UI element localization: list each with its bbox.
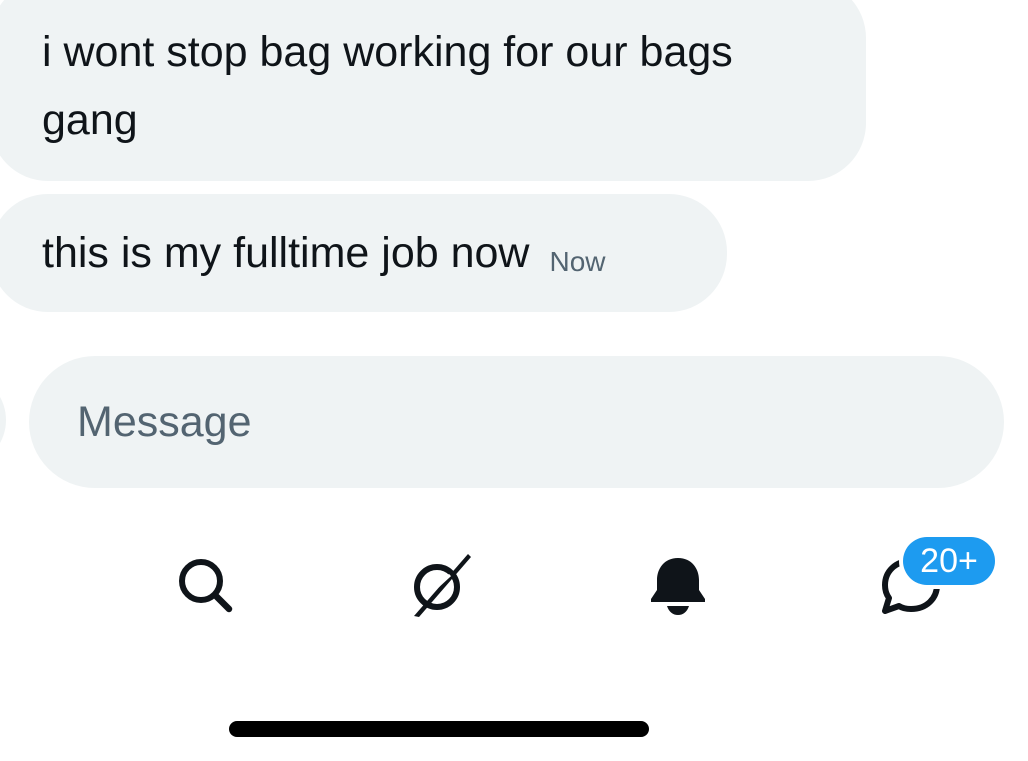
dm-conversation-screen: i wont stop bag working for our bags gan… (0, 0, 1028, 761)
tab-notifications[interactable] (623, 530, 733, 640)
message-text: this is my fulltime job now (42, 229, 530, 277)
grok-icon (414, 554, 471, 617)
tab-grok[interactable] (383, 530, 493, 640)
message-composer[interactable] (29, 356, 1004, 488)
tab-search[interactable] (150, 530, 260, 640)
search-icon (179, 559, 233, 613)
message-timestamp: Now (549, 246, 606, 277)
message-bubble[interactable]: i wont stop bag working for our bags gan… (0, 0, 866, 181)
message-text: i wont stop bag working for our bags gan… (42, 28, 733, 144)
bell-icon (651, 558, 705, 615)
composer-left-button[interactable] (0, 380, 6, 460)
message-input[interactable] (77, 397, 957, 447)
unread-messages-badge: 20+ (903, 537, 995, 585)
home-indicator[interactable] (229, 721, 649, 737)
message-bubble[interactable]: this is my fulltime job now Now (0, 194, 727, 312)
